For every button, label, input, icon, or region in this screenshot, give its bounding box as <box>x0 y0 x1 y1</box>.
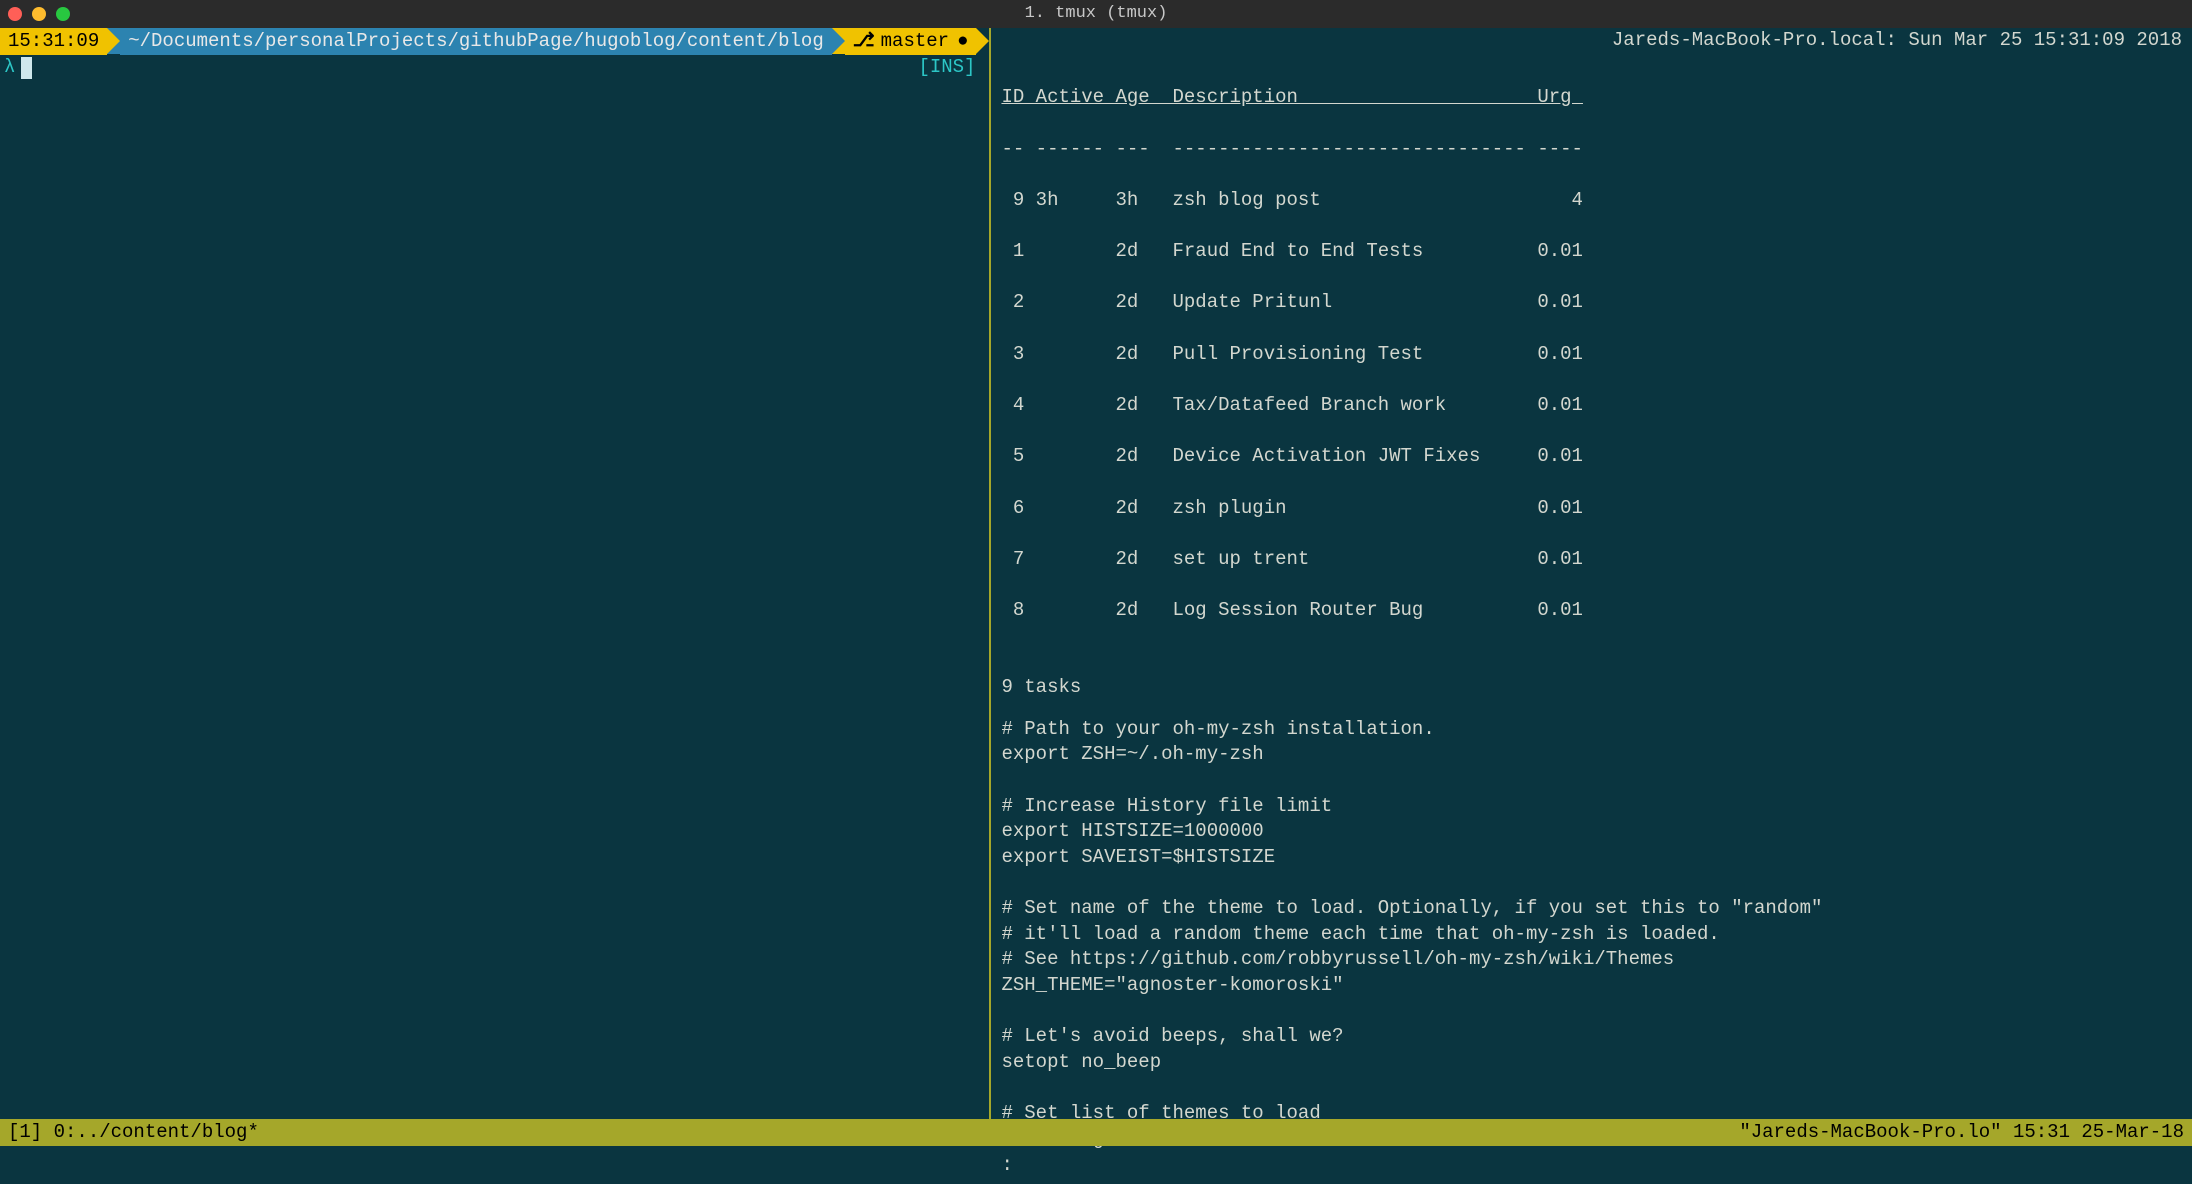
git-branch-icon: ⎇ <box>853 29 875 55</box>
zshrc-file-content: # Path to your oh-my-zsh installation. e… <box>991 711 2192 1184</box>
window-title: 1. tmux (tmux) <box>0 3 2192 26</box>
terminal-cursor <box>21 57 32 79</box>
git-dirty-icon: ● <box>957 29 968 55</box>
shell-prompt-powerline: 15:31:09 ~/Documents/personalProjects/gi… <box>0 28 989 55</box>
window-titlebar: 1. tmux (tmux) <box>0 0 2192 28</box>
task-table-separator: -- ------ --- --------------------------… <box>1001 138 1583 160</box>
prompt-time-segment: 15:31:09 <box>0 28 107 55</box>
task-row: 7 2d set up trent 0.01 <box>1001 548 1583 570</box>
task-row: 8 2d Log Session Router Bug 0.01 <box>1001 599 1583 621</box>
taskwarrior-output: ID Active Age Description Urg -- ------ … <box>991 54 2192 711</box>
prompt-symbol: λ <box>4 55 21 81</box>
task-row: 3 2d Pull Provisioning Test 0.01 <box>1001 343 1583 365</box>
task-row: 5 2d Device Activation JWT Fixes 0.01 <box>1001 445 1583 467</box>
powerline-arrow-icon <box>976 28 989 54</box>
task-row: 2 2d Update Pritunl 0.01 <box>1001 291 1583 313</box>
host-datetime: Jareds-MacBook-Pro.local: Sun Mar 25 15:… <box>991 28 2192 54</box>
task-table-header: ID Active Age Description Urg <box>1001 86 1583 108</box>
prompt-time: 15:31:09 <box>8 29 99 55</box>
prompt-path-segment: ~/Documents/personalProjects/githubPage/… <box>120 28 832 55</box>
tmux-status-right: "Jareds-MacBook-Pro.lo" 15:31 25-Mar-18 <box>1739 1120 2184 1146</box>
prompt-path: ~/Documents/personalProjects/githubPage/… <box>128 29 824 55</box>
vi-mode-indicator: [INS] <box>918 55 975 81</box>
task-row: 4 2d Tax/Datafeed Branch work 0.01 <box>1001 394 1583 416</box>
tmux-pane-right[interactable]: Jareds-MacBook-Pro.local: Sun Mar 25 15:… <box>991 28 2192 1119</box>
tmux-status-bar: [1] 0:../content/blog* "Jareds-MacBook-P… <box>0 1119 2192 1146</box>
task-row: 1 2d Fraud End to End Tests 0.01 <box>1001 240 1583 262</box>
task-row: 6 2d zsh plugin 0.01 <box>1001 497 1583 519</box>
task-row: 9 3h 3h zsh blog post 4 <box>1001 189 1583 211</box>
prompt-git-segment: ⎇ master ● <box>845 28 977 55</box>
task-count: 9 tasks <box>1001 676 1081 698</box>
shell-command-line[interactable]: λ <box>0 55 989 81</box>
powerline-arrow-icon <box>107 28 120 54</box>
tmux-pane-left[interactable]: 15:31:09 ~/Documents/personalProjects/gi… <box>0 28 989 1119</box>
tmux-status-left: [1] 0:../content/blog* <box>8 1120 259 1146</box>
git-branch-name: master <box>881 29 949 55</box>
powerline-arrow-icon <box>832 28 845 54</box>
